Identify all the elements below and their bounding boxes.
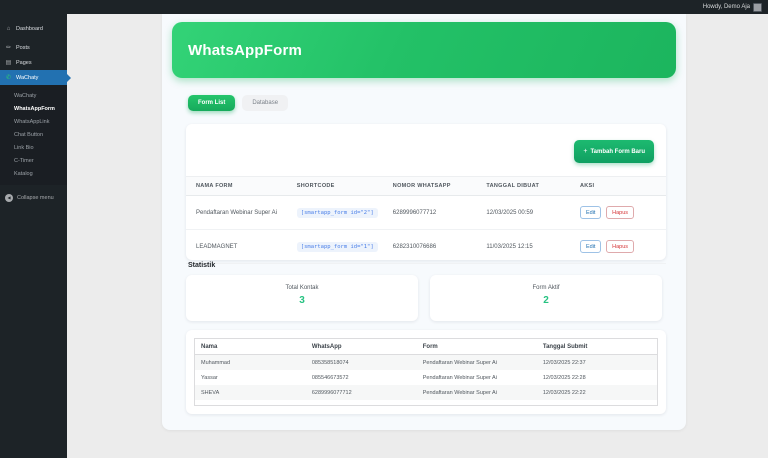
sidebar-item-dashboard[interactable]: ⌂ Dashboard [0,21,67,36]
contact-name: Muhammad [195,355,306,371]
column-header-aksi: AKSI [570,177,666,196]
column-header-nama: Nama [195,339,306,355]
stat-value: 3 [186,295,418,306]
whatsapp-number-cell: 6289996077712 [383,196,477,230]
collapse-menu-button[interactable]: ◀ Collapse menu [0,194,67,202]
sidebar-item-posts[interactable]: ✏ Posts [0,40,67,55]
pages-icon: ▤ [5,59,12,66]
wachaty-plugin-icon: ✆ [5,74,12,81]
edit-button[interactable]: Edit [580,240,601,253]
statistik-heading: Statistik [188,262,215,269]
admin-bar: Howdy, Demo Aja [0,0,768,14]
sidebar-item-label: Posts [16,45,30,51]
sidebar-item-label: Dashboard [16,26,43,32]
column-header-shortcode: SHORTCODE [287,177,383,196]
submissions-table: Nama WhatsApp Form Tanggal Submit Muhamm… [195,339,657,400]
tab-database[interactable]: Database [242,95,288,111]
created-date-cell: 11/03/2025 12:15 [476,230,570,264]
submenu-item-katalog[interactable]: Katalog [0,167,67,180]
dashboard-icon: ⌂ [5,26,12,32]
delete-button[interactable]: Hapus [606,240,634,253]
submenu-item-link-bio[interactable]: Link Bio [0,141,67,154]
form-name-cell: Pendaftaran Webinar Super Ai [186,196,287,230]
submissions-header-row: Nama WhatsApp Form Tanggal Submit [195,339,657,355]
form-list-card: + Tambah Form Baru NAMA FORM SHORTCODE N… [186,124,666,260]
collapse-arrow-icon: ◀ [5,194,13,202]
collapse-menu-label: Collapse menu [17,195,54,201]
stat-card-form-aktif: Form Aktif 2 [430,275,662,321]
form-list-table: NAMA FORM SHORTCODE NOMOR WHATSAPP TANGG… [186,176,666,264]
sidebar-item-wachaty[interactable]: ✆ WaChaty [0,70,67,85]
plugin-content-wrapper: WhatsAppForm Form List Database + Tambah… [162,14,686,430]
contact-whatsapp: 085358518074 [306,355,417,371]
stat-card-total-kontak: Total Kontak 3 [186,275,418,321]
list-item: SHEVA 6289996077712 Pendaftaran Webinar … [195,385,657,400]
column-header-nama-form: NAMA FORM [186,177,287,196]
submenu-item-wachaty[interactable]: WaChaty [0,89,67,102]
contact-whatsapp: 6289996077712 [306,385,417,400]
edit-button[interactable]: Edit [580,206,601,219]
list-item: Muhammad 085358518074 Pendaftaran Webina… [195,355,657,371]
tab-form-list[interactable]: Form List [188,95,235,111]
plus-icon: + [583,148,587,155]
sidebar-item-pages[interactable]: ▤ Pages [0,55,67,70]
add-form-button-label: Tambah Form Baru [590,149,645,155]
shortcode-chip: [smartapp_form id="1"] [297,242,378,252]
column-header-form: Form [417,339,537,355]
contact-form: Pendaftaran Webinar Super Ai [417,355,537,371]
table-row: Pendaftaran Webinar Super Ai [smartapp_f… [186,196,666,230]
form-name-cell: LEADMAGNET [186,230,287,264]
column-header-whatsapp: WhatsApp [306,339,417,355]
contact-form: Pendaftaran Webinar Super Ai [417,385,537,400]
add-form-button[interactable]: + Tambah Form Baru [574,140,654,163]
stat-label: Form Aktif [430,285,662,291]
pin-icon: ✏ [5,44,12,51]
column-header-tanggal-dibuat: TANGGAL DIBUAT [476,177,570,196]
sidebar-item-label: Pages [16,60,32,66]
delete-button[interactable]: Hapus [606,206,634,219]
contact-name: Yassar [195,370,306,385]
contact-form: Pendaftaran Webinar Super Ai [417,370,537,385]
howdy-account-link[interactable]: Howdy, Demo Aja [703,4,750,10]
submenu-item-c-timer[interactable]: C-Timer [0,154,67,167]
created-date-cell: 12/03/2025 00:59 [476,196,570,230]
table-row: LEADMAGNET [smartapp_form id="1"] 628231… [186,230,666,264]
submissions-card: Nama WhatsApp Form Tanggal Submit Muhamm… [186,330,666,414]
sidebar-item-label: WaChaty [16,75,38,81]
form-table-header-row: NAMA FORM SHORTCODE NOMOR WHATSAPP TANGG… [186,177,666,196]
avatar[interactable] [753,3,762,12]
stat-value: 2 [430,295,662,306]
shortcode-chip: [smartapp_form id="2"] [297,208,378,218]
contact-submit-date: 12/03/2025 22:37 [537,355,657,371]
list-item: Yassar 085546673572 Pendaftaran Webinar … [195,370,657,385]
page-header-banner: WhatsAppForm [172,22,676,78]
submenu-item-whatsapplink[interactable]: WhatsAppLink [0,115,67,128]
contact-submit-date: 12/03/2025 22:28 [537,370,657,385]
submissions-table-frame: Nama WhatsApp Form Tanggal Submit Muhamm… [194,338,658,406]
submenu-item-whatsappform[interactable]: WhatsAppForm [0,102,67,115]
stat-label: Total Kontak [186,285,418,291]
admin-sidebar: ⌂ Dashboard ✏ Posts ▤ Pages ✆ WaChaty Wa… [0,14,67,458]
tab-bar: Form List Database [188,95,288,111]
wachaty-submenu: WaChaty WhatsAppForm WhatsAppLink Chat B… [0,85,67,185]
contact-name: SHEVA [195,385,306,400]
contact-submit-date: 12/03/2025 22:22 [537,385,657,400]
whatsapp-number-cell: 6282310076686 [383,230,477,264]
page-title: WhatsAppForm [188,42,302,59]
column-header-nomor-whatsapp: NOMOR WHATSAPP [383,177,477,196]
submenu-item-chat-button[interactable]: Chat Button [0,128,67,141]
contact-whatsapp: 085546673572 [306,370,417,385]
column-header-tanggal-submit: Tanggal Submit [537,339,657,355]
